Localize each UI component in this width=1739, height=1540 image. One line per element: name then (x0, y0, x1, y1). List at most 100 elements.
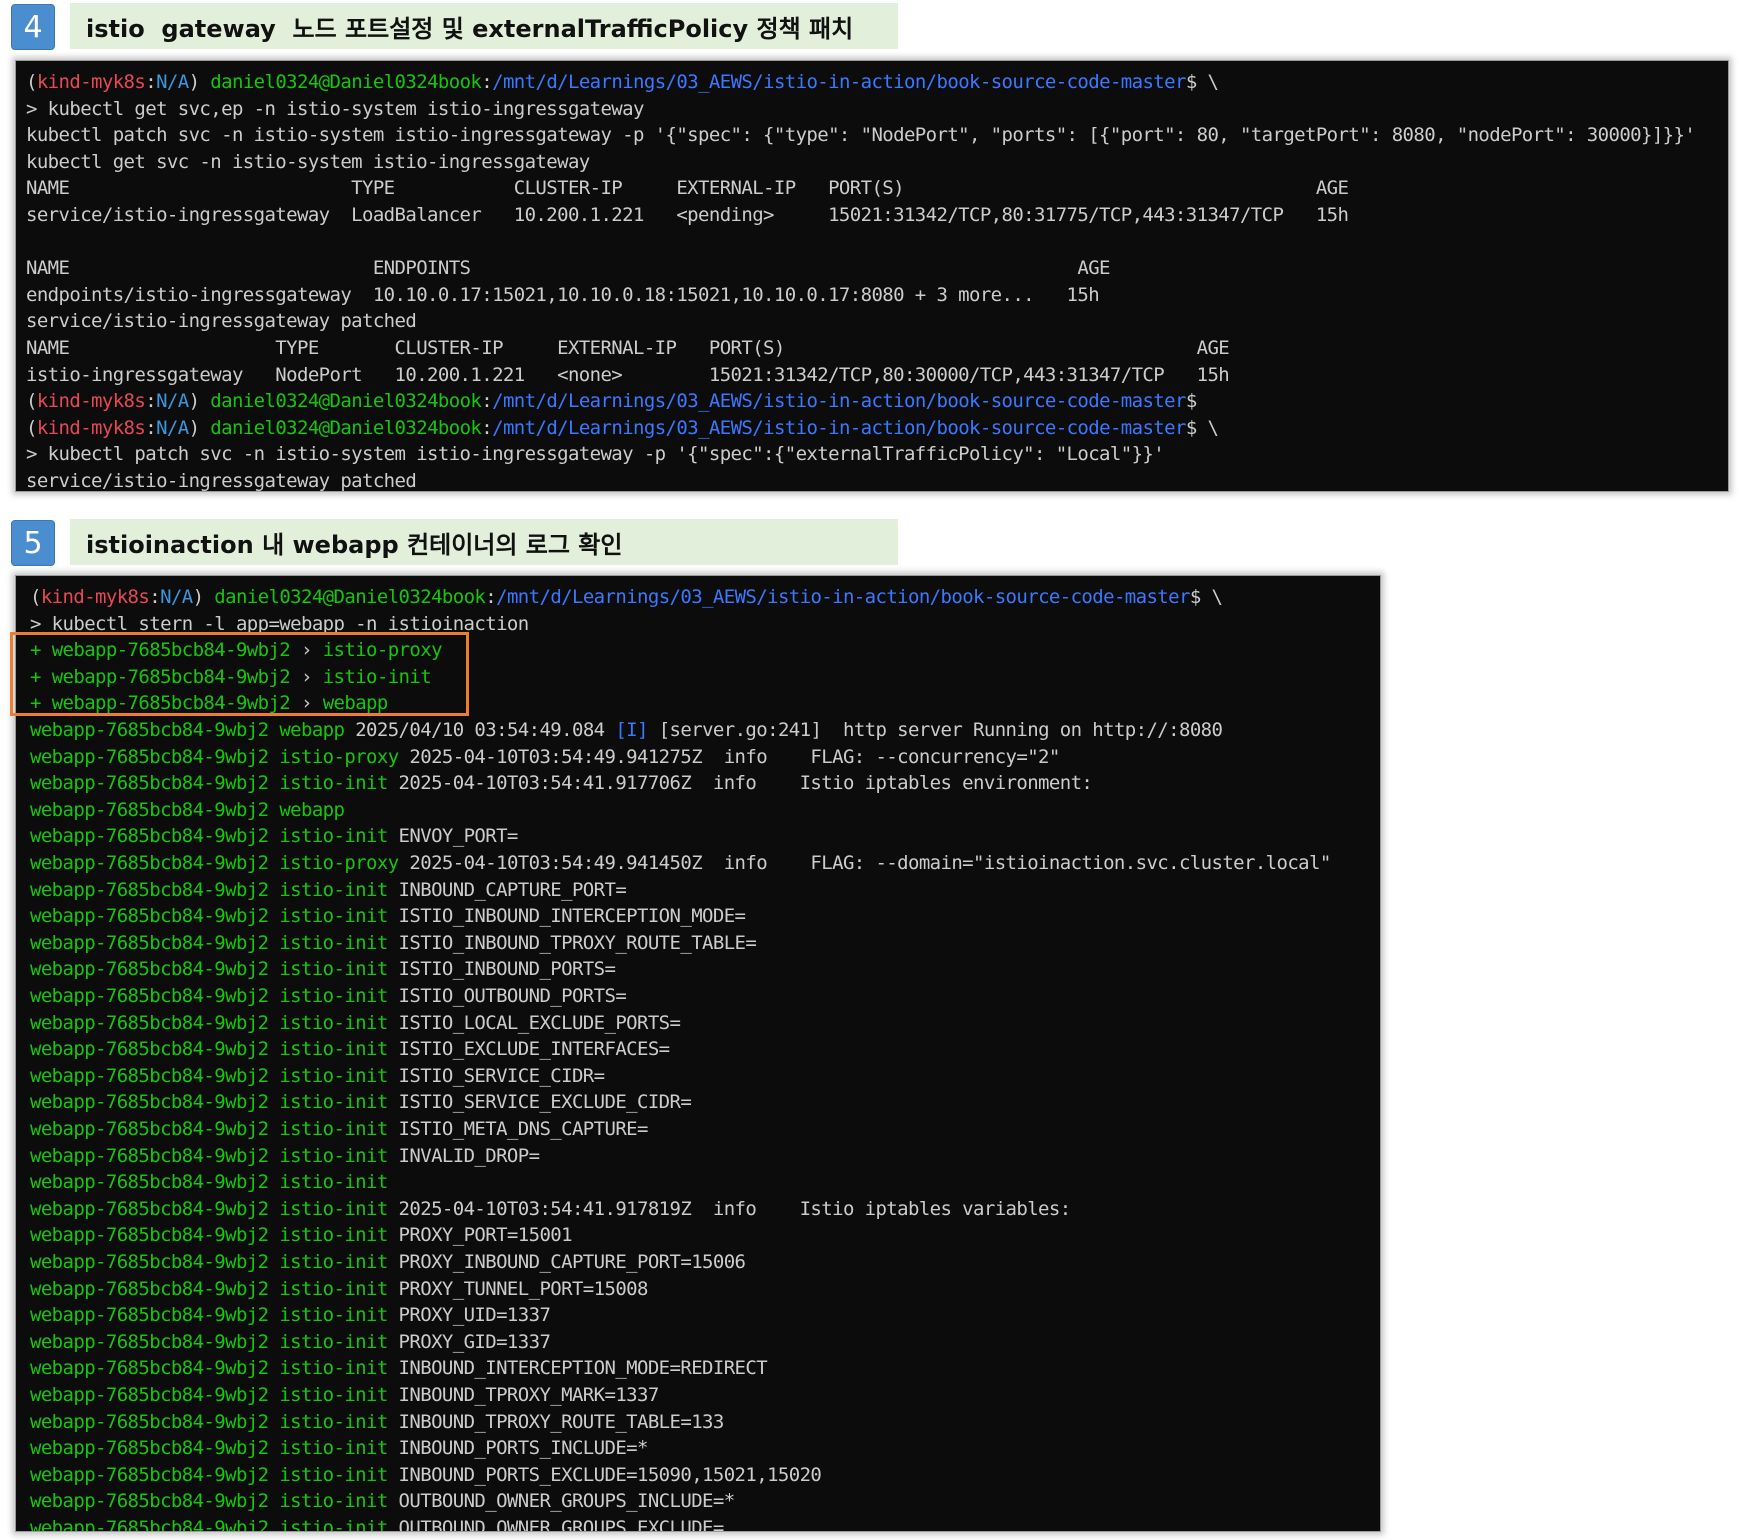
container-name: istio-init (279, 1171, 388, 1194)
log-line: webapp-7685bcb84-9wbj2 istio-init 2025-0… (30, 1196, 1071, 1223)
log-message: ISTIO_META_DNS_CAPTURE= (398, 1118, 649, 1140)
output-text: kubectl patch svc -n istio-system istio-… (26, 124, 1696, 147)
container-name: istio-init (279, 772, 388, 795)
prompt-paren: ( (26, 390, 37, 413)
log-line: webapp-7685bcb84-9wbj2 istio-init ISTIO_… (30, 1010, 681, 1037)
prompt-line: (kind-myk8s:N/A) daniel0324@Daniel0324bo… (26, 69, 1219, 96)
output-line: kubectl get svc -n istio-system istio-in… (26, 149, 590, 176)
log-message: 2025/04/10 03:54:49.084 (355, 719, 616, 741)
output-text: istio-ingressgateway NodePort 10.200.1.2… (26, 363, 1230, 386)
log-message: ISTIO_INBOUND_PORTS= (398, 958, 616, 981)
container-name: istio-init (279, 1144, 388, 1167)
output-text: NAME TYPE CLUSTER-IP EXTERNAL-IP PORT(S)… (26, 337, 1230, 359)
log-line: webapp-7685bcb84-9wbj2 istio-init PROXY_… (30, 1302, 551, 1329)
prompt-paren: ) (188, 71, 211, 93)
log-level-tag: [I] (615, 719, 648, 741)
log-message: INBOUND_CAPTURE_PORT= (398, 878, 627, 901)
terminal-output: (kind-myk8s:N/A) daniel0324@Daniel0324bo… (16, 61, 1728, 491)
log-message: 2025-04-10T03:54:41.917819Z info Istio i… (398, 1197, 1072, 1220)
prompt-user: daniel0324@Daniel0324book (210, 390, 482, 413)
prompt-paren: ( (26, 71, 37, 93)
output-text: service/istio-ingressgateway patched (26, 310, 417, 333)
log-line: webapp-7685bcb84-9wbj2 istio-init INBOUN… (30, 1355, 768, 1382)
container-name: istio-init (279, 1330, 388, 1353)
container-name: istio-init (279, 1410, 388, 1433)
log-message: ISTIO_LOCAL_EXCLUDE_PORTS= (398, 1011, 681, 1034)
prompt-sep: : (481, 390, 493, 413)
prompt-symbol: $ \ (1189, 586, 1223, 608)
log-line: webapp-7685bcb84-9wbj2 istio-init ISTIO_… (30, 983, 627, 1010)
pod-name: webapp-7685bcb84-9wbj2 (30, 1224, 269, 1247)
log-line: webapp-7685bcb84-9wbj2 istio-init 2025-0… (30, 770, 1093, 797)
log-message: 2025-04-10T03:54:49.941450Z info FLAG: -… (409, 852, 1331, 874)
terminal-window-gateway-patch[interactable]: (kind-myk8s:N/A) daniel0324@Daniel0324bo… (15, 60, 1729, 492)
pod-name: webapp-7685bcb84-9wbj2 (30, 719, 269, 741)
log-line: webapp-7685bcb84-9wbj2 webapp 2025/04/10… (30, 717, 1223, 744)
pod-name: webapp-7685bcb84-9wbj2 (30, 852, 269, 874)
pod-name: webapp-7685bcb84-9wbj2 (30, 985, 269, 1007)
command-line: > kubectl patch svc -n istio-system isti… (26, 441, 1165, 468)
prompt-path: /mnt/d/Learnings/03_AEWS/istio-in-action… (492, 71, 1186, 93)
pod-name: webapp-7685bcb84-9wbj2 (30, 878, 269, 901)
prompt-sep: : (481, 71, 493, 93)
log-line: webapp-7685bcb84-9wbj2 istio-init (30, 1169, 399, 1196)
log-message: ISTIO_INBOUND_INTERCEPTION_MODE= (398, 905, 746, 928)
pod-name: webapp-7685bcb84-9wbj2 (30, 1517, 269, 1532)
prompt-namespace: N/A (156, 71, 189, 93)
pod-name: webapp-7685bcb84-9wbj2 (30, 931, 269, 954)
container-name: istio-init (279, 1490, 388, 1513)
terminal-window-webapp-logs[interactable]: (kind-myk8s:N/A) daniel0324@Daniel0324bo… (15, 575, 1381, 1532)
output-text: service/istio-ingressgateway patched (26, 470, 417, 492)
prompt-sep: : (149, 586, 161, 608)
container-name: istio-proxy (279, 852, 399, 874)
log-message: ENVOY_PORT= (398, 825, 519, 848)
log-line: webapp-7685bcb84-9wbj2 istio-init ISTIO_… (30, 1116, 648, 1143)
container-name: istio-init (279, 1384, 388, 1406)
output-line: > kubectl get svc,ep -n istio-system ist… (26, 96, 644, 123)
pod-name: webapp-7685bcb84-9wbj2 (30, 958, 269, 981)
log-message: ISTIO_SERVICE_EXCLUDE_CIDR= (398, 1091, 692, 1114)
log-line: webapp-7685bcb84-9wbj2 istio-init ENVOY_… (30, 823, 518, 850)
log-message: ISTIO_OUTBOUND_PORTS= (398, 985, 627, 1007)
log-line: webapp-7685bcb84-9wbj2 istio-init ISTIO_… (30, 903, 746, 930)
log-message: INVALID_DROP= (398, 1144, 541, 1167)
container-name: istio-init (279, 1118, 388, 1140)
pod-name: webapp-7685bcb84-9wbj2 (30, 772, 269, 795)
prompt-path: /mnt/d/Learnings/03_AEWS/istio-in-action… (492, 416, 1186, 439)
step-5-title: istioinaction 내 webapp 컨테이너의 로그 확인 (70, 519, 898, 565)
container-name: istio-init (279, 1064, 388, 1087)
log-line: webapp-7685bcb84-9wbj2 istio-init INBOUN… (30, 1409, 724, 1436)
container-name: istio-init (279, 958, 388, 981)
log-line: webapp-7685bcb84-9wbj2 istio-proxy 2025-… (30, 850, 1331, 877)
container-name: istio-init (279, 905, 388, 928)
prompt-paren: ) (188, 416, 211, 439)
step-5-badge: 5 (11, 520, 55, 566)
pod-name: webapp-7685bcb84-9wbj2 (30, 1251, 269, 1273)
log-line: webapp-7685bcb84-9wbj2 istio-init OUTBOU… (30, 1488, 735, 1515)
prompt-symbol: $ \ (1185, 416, 1219, 439)
prompt-context: kind-myk8s (40, 586, 150, 608)
log-line: webapp-7685bcb84-9wbj2 istio-init PROXY_… (30, 1222, 573, 1249)
output-line: service/istio-ingressgateway patched (26, 468, 417, 492)
